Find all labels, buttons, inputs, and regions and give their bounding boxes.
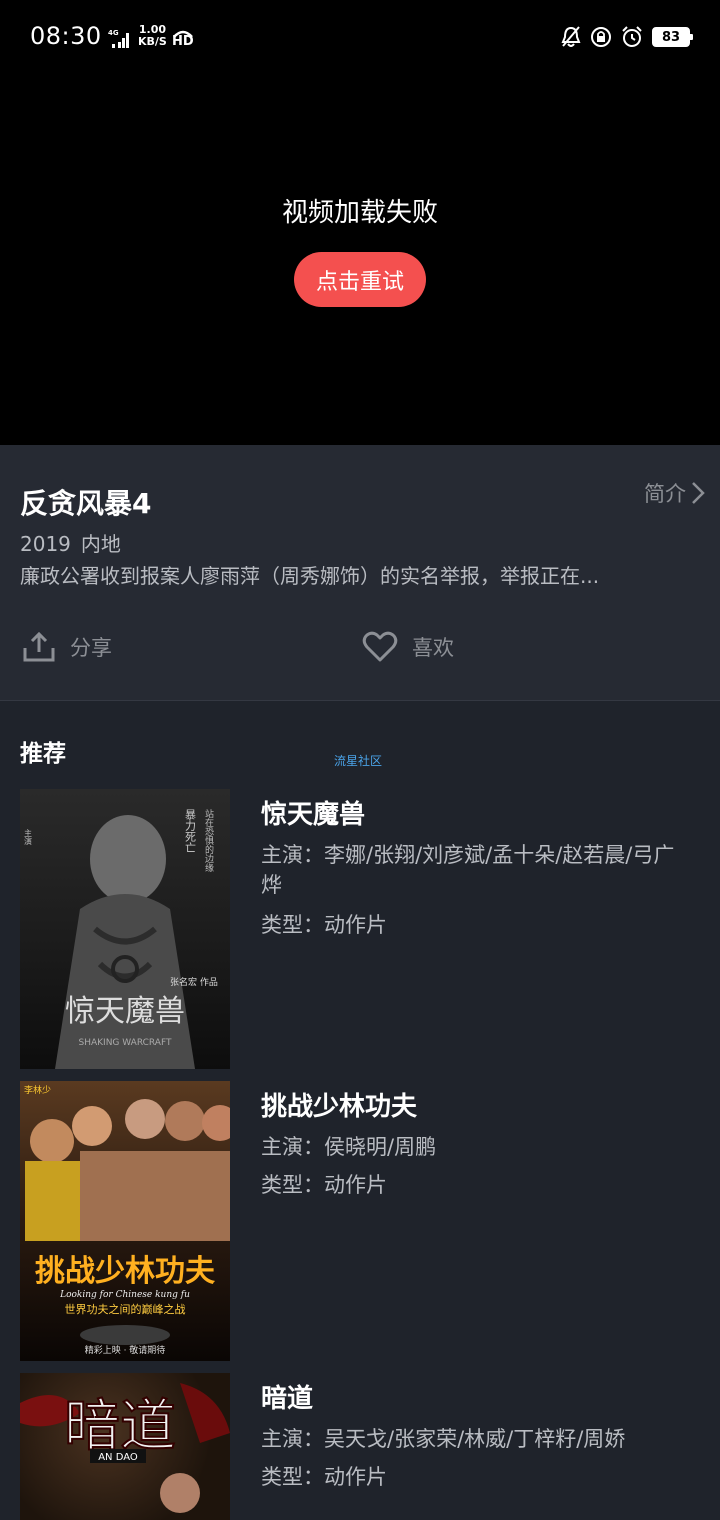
video-description: 廉政公署收到报案人廖雨萍（周秀娜饰）的实名举报，举报正在... [20, 564, 600, 588]
cast-value: 侯晓明/周鹏 [324, 1135, 437, 1159]
video-info-panel: 反贪风暴4 简介 2019 内地 廉政公署收到报案人廖雨萍（周秀娜饰）的实名举报，… [0, 445, 720, 701]
status-bar: 08:30 4G 1.00 KB/S HD 83 [0, 0, 720, 72]
svg-text:张名宏 作品: 张名宏 作品 [170, 976, 218, 988]
share-icon [23, 631, 55, 662]
item-title: 惊天魔兽 [261, 800, 366, 830]
recommend-item[interactable]: 挑战少林功夫 Looking for Chinese kung fu 世界功夫之… [0, 1081, 720, 1361]
poster-image: 挑战少林功夫 Looking for Chinese kung fu 世界功夫之… [20, 1081, 230, 1361]
item-genre: 类型：动作片 [261, 1461, 387, 1491]
poster-image: 主演 暴力死亡 站在恐惧的边缘 张名宏 作品 惊天魔兽 SHAKING WARC… [20, 789, 230, 1069]
svg-text:世界功夫之间的巅峰之战: 世界功夫之间的巅峰之战 [65, 1302, 186, 1316]
video-player[interactable]: 08:30 4G 1.00 KB/S HD 83 视频加载失败 点击重试 [0, 0, 720, 445]
svg-text:4G: 4G [108, 30, 119, 37]
brief-label: 简介 [644, 482, 686, 506]
genre-value: 动作片 [324, 1465, 387, 1489]
item-genre: 类型：动作片 [261, 909, 387, 939]
system-icons: 83 [560, 22, 693, 52]
svg-text:SHAKING WARCRAFT: SHAKING WARCRAFT [79, 1038, 172, 1048]
video-meta: 2019 内地 [20, 528, 121, 557]
retry-button[interactable]: 点击重试 [294, 252, 426, 307]
watermark-text: 流星社区 [334, 754, 383, 768]
genre-value: 动作片 [324, 1173, 387, 1197]
mute-bell-icon [561, 26, 581, 47]
svg-text:暴力死亡: 暴力死亡 [184, 809, 197, 853]
item-cast: 主演：侯晓明/周鹏 [261, 1132, 691, 1162]
item-cast: 主演：李娜/张翔/刘彦斌/孟十朵/赵若晨/弓广烨 [261, 840, 691, 900]
hd-label: HD [172, 34, 194, 49]
svg-text:Looking for Chinese kung fu: Looking for Chinese kung fu [59, 1290, 190, 1300]
cast-label: 主演： [261, 1135, 324, 1159]
svg-text:精彩上映 · 敬请期待: 精彩上映 · 敬请期待 [85, 1344, 166, 1356]
hd-indicator: HD [172, 24, 194, 49]
item-title: 挑战少林功夫 [261, 1092, 418, 1122]
cast-value: 吴天戈/张家荣/林威/丁梓籽/周娇 [324, 1427, 626, 1451]
battery-icon: 83 [652, 27, 693, 47]
share-label: 分享 [70, 636, 112, 660]
genre-value: 动作片 [324, 913, 387, 937]
poster-art: 主演 暴力死亡 站在恐惧的边缘 张名宏 作品 惊天魔兽 SHAKING WARC… [24, 808, 218, 1069]
poster-art: 暗道 AN DAO [20, 1383, 230, 1513]
item-cast: 主演：吴天戈/张家荣/林威/丁梓籽/周娇 [261, 1424, 691, 1454]
status-time: 08:30 [30, 22, 102, 50]
item-title: 暗道 [261, 1384, 314, 1414]
svg-text:站在恐惧的边缘: 站在恐惧的边缘 [203, 808, 214, 872]
cast-label: 主演： [261, 843, 324, 867]
poster-art: 挑战少林功夫 Looking for Chinese kung fu 世界功夫之… [24, 1084, 230, 1356]
like-label: 喜欢 [412, 636, 454, 660]
speed-unit: KB/S [138, 35, 167, 48]
item-genre: 类型：动作片 [261, 1169, 387, 1199]
recommend-item[interactable]: 暗道 AN DAO 暗道 主演：吴天戈/张家荣/林威/丁梓籽/周娇 类型：动作片 [0, 1373, 720, 1520]
genre-label: 类型： [261, 913, 324, 937]
share-button[interactable]: 分享 [22, 627, 112, 667]
svg-text:李林少: 李林少 [24, 1084, 51, 1096]
heart-icon [362, 631, 398, 662]
svg-text:挑战少林功夫: 挑战少林功夫 [35, 1254, 216, 1289]
recommend-header: 推荐 [20, 741, 66, 767]
svg-text:主演: 主演 [24, 828, 33, 846]
video-region: 内地 [80, 532, 121, 556]
alarm-icon [622, 26, 642, 47]
svg-text:惊天魔兽: 惊天魔兽 [65, 994, 185, 1029]
genre-label: 类型： [261, 1465, 324, 1489]
genre-label: 类型： [261, 1173, 324, 1197]
network-speed: 1.00 KB/S [138, 24, 167, 48]
svg-text:AN DAO: AN DAO [98, 1452, 138, 1463]
recommend-item[interactable]: 主演 暴力死亡 站在恐惧的边缘 张名宏 作品 惊天魔兽 SHAKING WARC… [0, 789, 720, 1069]
video-error-message: 视频加载失败 [281, 198, 438, 228]
lock-rotation-icon [591, 27, 611, 47]
cast-label: 主演： [261, 1427, 324, 1451]
chevron-right-icon [692, 482, 705, 504]
like-button[interactable]: 喜欢 [362, 627, 454, 667]
signal-icon: 4G [108, 30, 129, 48]
brief-button[interactable]: 简介 [644, 478, 706, 508]
video-year: 2019 [20, 532, 71, 556]
poster-image: 暗道 AN DAO [20, 1373, 230, 1520]
video-title: 反贪风暴4 [20, 487, 152, 520]
